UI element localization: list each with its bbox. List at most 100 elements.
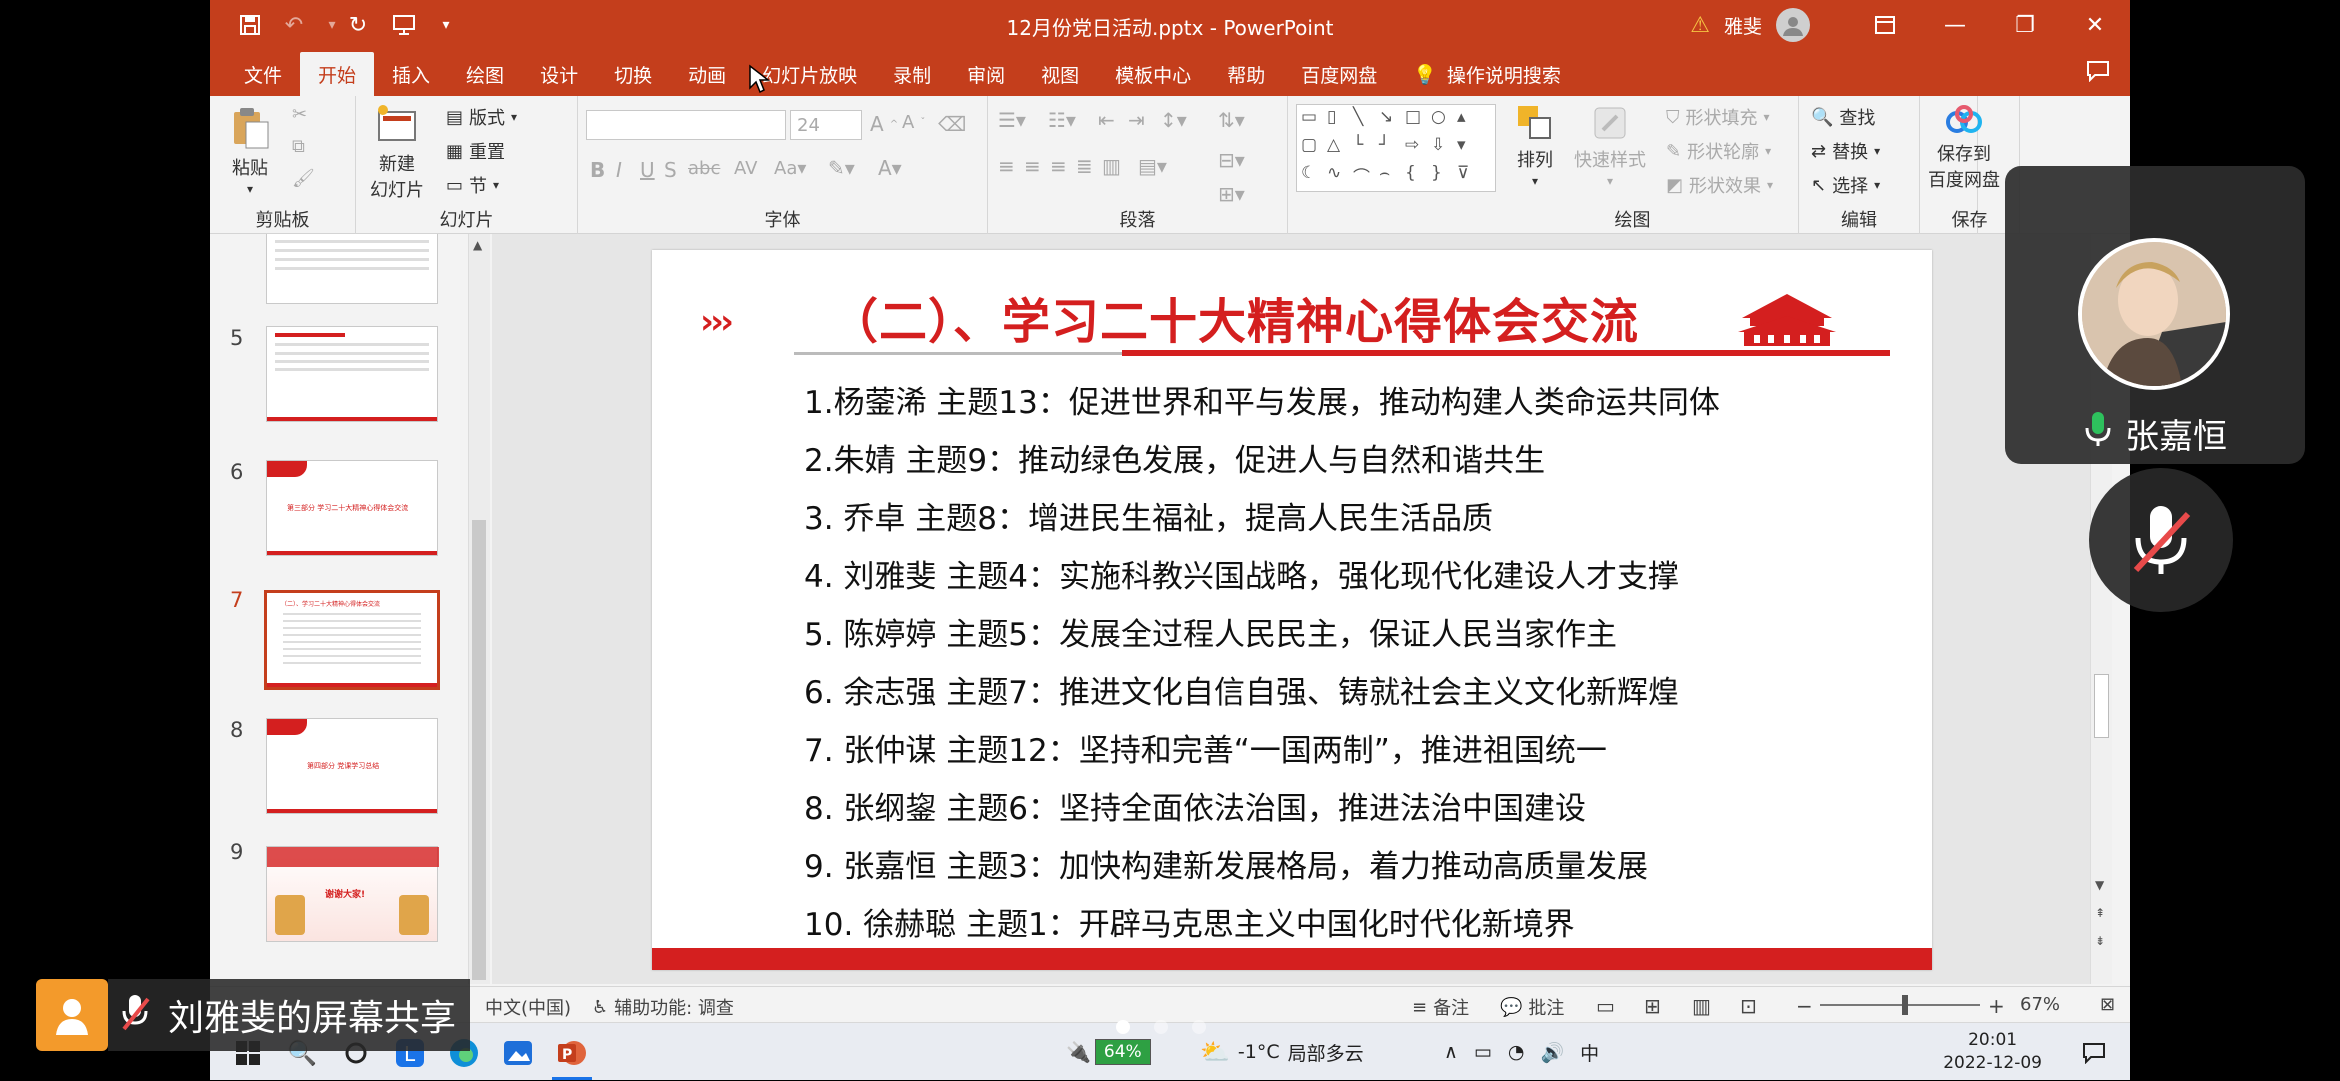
quick-styles-button[interactable]: 快速样式 ▾ xyxy=(1574,102,1646,188)
slide-sorter-icon[interactable]: ⊞ xyxy=(1644,994,1661,1018)
tab-file[interactable]: 文件 xyxy=(226,52,300,96)
shape-wave-icon[interactable]: ∿ xyxy=(1327,163,1353,191)
thumbnail-slide-8[interactable]: 第四部分 党课学习总结 xyxy=(266,718,438,814)
tab-draw[interactable]: 绘图 xyxy=(448,52,522,96)
shape-gallery[interactable]: ▭ ▯ ╲ ↘ □ ○ ▴ ▢ △ └ ┘ ⇨ ⇩ ▾ ☾ ∿ ⌒ ⌢ {} … xyxy=(1296,104,1496,192)
mute-toggle-button[interactable] xyxy=(2089,468,2233,612)
page-dot-active[interactable] xyxy=(1116,1020,1130,1034)
tab-view[interactable]: 视图 xyxy=(1023,52,1097,96)
new-slide-button[interactable]: 新建 幻灯片 xyxy=(370,102,424,202)
wifi-icon[interactable]: ◔ xyxy=(1508,1041,1525,1063)
shape-arrow-icon[interactable]: ↘ xyxy=(1379,107,1405,135)
strikethrough-icon[interactable]: abc xyxy=(688,158,720,179)
shape-down-arrow-icon[interactable]: ⇩ xyxy=(1431,135,1457,163)
clear-format-icon[interactable]: ⌫ xyxy=(938,112,966,136)
distributed-icon[interactable]: ▥ xyxy=(1102,154,1121,178)
underline-icon[interactable]: U xyxy=(640,158,655,182)
italic-icon[interactable]: I xyxy=(616,158,622,182)
shadow-icon[interactable]: S xyxy=(664,158,677,182)
thumbnail-scroll-thumb[interactable] xyxy=(472,520,486,980)
character-spacing-icon[interactable]: AV xyxy=(734,158,757,179)
highlight-icon[interactable]: ✎▾ xyxy=(828,156,855,180)
replace-button[interactable]: ⇄ 替换 ▾ xyxy=(1811,138,1880,164)
shape-curve-icon[interactable]: ⌢ xyxy=(1379,163,1405,191)
slideshow-view-icon[interactable]: ⊡ xyxy=(1740,994,1757,1018)
scroll-down-icon[interactable]: ▼ xyxy=(2095,878,2104,892)
battery-icon[interactable]: ▭ xyxy=(1474,1041,1492,1063)
tab-insert[interactable]: 插入 xyxy=(374,52,448,96)
tab-design[interactable]: 设计 xyxy=(522,52,596,96)
columns-icon[interactable]: ▤▾ xyxy=(1138,154,1167,178)
line-spacing-icon[interactable]: ↕▾ xyxy=(1160,108,1187,132)
thumbnail-slide-7[interactable]: （二）、学习二十大精神心得体会交流 xyxy=(264,590,440,690)
slide-title[interactable]: （二）、学习二十大精神心得体会交流 xyxy=(830,282,1639,352)
shape-outline-button[interactable]: ✎ 形状轮廓 ▾ xyxy=(1666,138,1771,164)
decrease-font-icon[interactable]: Aˇ xyxy=(902,112,925,133)
font-size-combo[interactable]: 24 xyxy=(790,110,862,140)
tab-record[interactable]: 录制 xyxy=(875,52,949,96)
comments-button[interactable]: 💬 批注 xyxy=(1500,994,1564,1020)
tab-review[interactable]: 审阅 xyxy=(949,52,1023,96)
paste-button[interactable]: 粘贴 ▾ xyxy=(226,104,274,196)
close-icon[interactable]: ✕ xyxy=(2060,0,2130,50)
font-color-icon[interactable]: A▾ xyxy=(878,156,902,180)
align-left-icon[interactable]: ≡ xyxy=(998,154,1015,178)
zoom-level[interactable]: 67% xyxy=(2020,994,2060,1015)
system-clock[interactable]: 20:01 2022-12-09 xyxy=(1943,1029,2042,1075)
bold-icon[interactable]: B xyxy=(590,158,605,182)
participant-video-tile[interactable]: 张嘉恒 xyxy=(2005,166,2305,464)
zoom-slider[interactable] xyxy=(1820,1004,1980,1006)
notification-center-icon[interactable] xyxy=(2074,1033,2114,1073)
select-button[interactable]: ↖ 选择 ▾ xyxy=(1811,172,1880,198)
numbering-icon[interactable]: ☷▾ xyxy=(1048,108,1076,132)
align-center-icon[interactable]: ≡ xyxy=(1024,154,1041,178)
accessibility-status[interactable]: ♿ 辅助功能: 调查 xyxy=(592,994,734,1020)
arrange-button[interactable]: 排列 ▾ xyxy=(1514,102,1556,188)
increase-font-icon[interactable]: A ^ xyxy=(870,112,898,136)
shape-triangle-icon[interactable]: △ xyxy=(1327,135,1353,163)
normal-view-icon[interactable]: ▭ xyxy=(1596,994,1615,1018)
thumbnail-slide-4[interactable] xyxy=(266,234,438,304)
tab-transitions[interactable]: 切换 xyxy=(596,52,670,96)
shape-arc-icon[interactable]: ⌒ xyxy=(1353,163,1379,191)
reading-view-icon[interactable]: ▥ xyxy=(1692,994,1711,1018)
powerpoint-taskbar-icon[interactable]: P xyxy=(552,1033,592,1073)
find-button[interactable]: 🔍 查找 xyxy=(1811,104,1875,130)
reset-button[interactable]: ▦ 重置 xyxy=(446,138,505,164)
align-right-icon[interactable]: ≡ xyxy=(1050,154,1067,178)
tab-animations[interactable]: 动画 xyxy=(670,52,744,96)
text-direction-icon[interactable]: ⇅▾ xyxy=(1218,108,1245,132)
shape-roundrect-icon[interactable]: ▢ xyxy=(1301,135,1327,163)
input-method-indicator[interactable]: 中 xyxy=(1580,1039,1599,1066)
shape-right-arrow-icon[interactable]: ⇨ xyxy=(1405,135,1431,163)
layout-button[interactable]: ▤ 版式 ▾ xyxy=(446,104,517,130)
shape-scroll-up-icon[interactable]: ▴ xyxy=(1457,107,1483,135)
shape-oval-icon[interactable]: ○ xyxy=(1431,107,1457,135)
volume-icon[interactable]: 🔊 xyxy=(1540,1041,1564,1064)
show-hidden-icons-icon[interactable]: ∧ xyxy=(1444,1041,1458,1063)
font-family-combo[interactable] xyxy=(586,110,786,140)
editor-scroll-thumb[interactable] xyxy=(2094,674,2109,738)
next-slide-icon[interactable]: ⇟ xyxy=(2095,934,2105,948)
zoom-slider-thumb[interactable] xyxy=(1902,995,1908,1015)
previous-slide-icon[interactable]: ⇞ xyxy=(2095,906,2105,920)
tab-help[interactable]: 帮助 xyxy=(1209,52,1283,96)
page-dot[interactable] xyxy=(1154,1020,1168,1034)
scroll-up-icon[interactable]: ▲ xyxy=(473,238,482,252)
shape-scroll-down-icon[interactable]: ▾ xyxy=(1457,135,1483,163)
align-text-icon[interactable]: ⊟▾ xyxy=(1218,148,1245,172)
shape-vtextbox-icon[interactable]: ▯ xyxy=(1327,107,1353,135)
save-to-baidu-button[interactable]: 保存到 百度网盘 xyxy=(1928,104,2000,192)
shape-elbow-icon[interactable]: └ xyxy=(1353,135,1379,163)
shape-callout-icon[interactable]: ☾ xyxy=(1301,163,1327,191)
tell-me-search[interactable]: 💡 操作说明搜索 xyxy=(1395,52,1579,96)
page-dot[interactable] xyxy=(1192,1020,1206,1034)
photos-app-icon[interactable] xyxy=(498,1033,538,1073)
bullets-icon[interactable]: ☰▾ xyxy=(998,108,1026,132)
zoom-in-icon[interactable]: + xyxy=(1988,994,2005,1018)
thumbnail-scrollbar[interactable]: ▲ xyxy=(468,234,490,984)
tab-home[interactable]: 开始 xyxy=(300,52,375,96)
shape-effects-button[interactable]: ◩ 形状效果 ▾ xyxy=(1666,172,1773,198)
shape-lbrace-icon[interactable]: { xyxy=(1405,163,1431,191)
copy-icon[interactable]: ⧉ xyxy=(292,136,305,157)
